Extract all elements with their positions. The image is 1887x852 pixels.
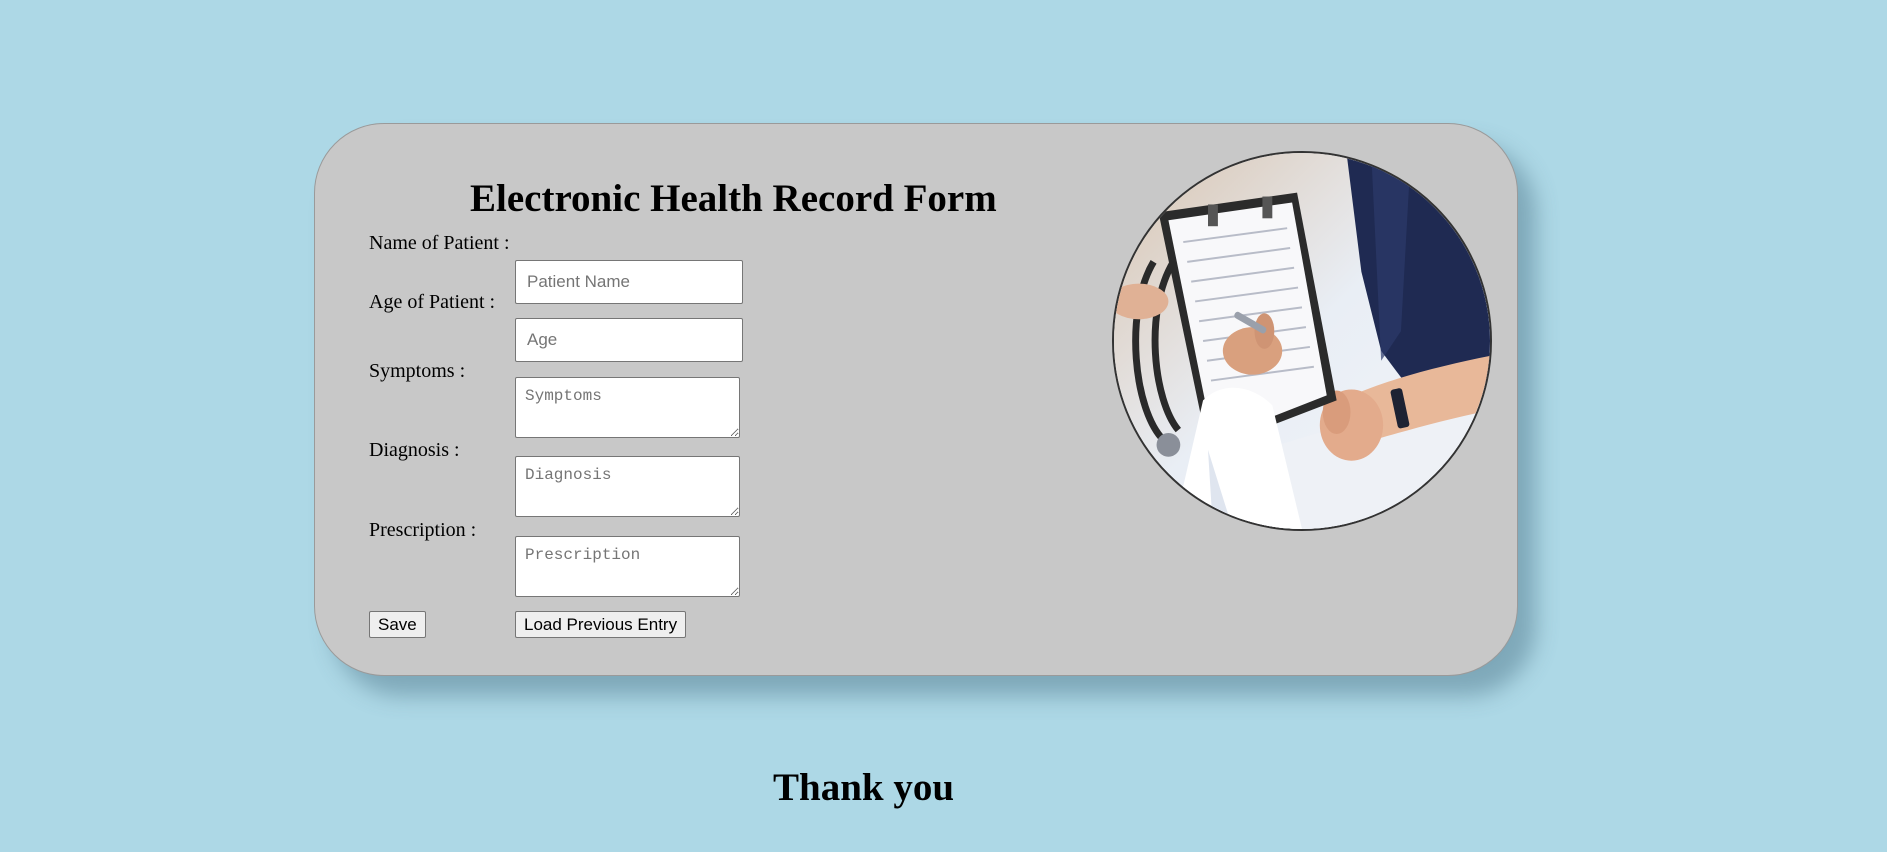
patient-age-label: Age of Patient : <box>369 291 496 313</box>
symptoms-textarea[interactable] <box>515 377 740 438</box>
thank-you-heading: Thank you <box>773 766 955 809</box>
patient-age-input[interactable] <box>515 318 743 362</box>
form-title: Electronic Health Record Form <box>470 177 997 220</box>
save-button[interactable]: Save <box>369 611 426 638</box>
doctor-consultation-illustration <box>1114 153 1490 529</box>
patient-name-input[interactable] <box>515 260 743 304</box>
prescription-label: Prescription : <box>369 519 477 541</box>
symptoms-label: Symptoms : <box>369 360 466 382</box>
patient-name-label: Name of Patient : <box>369 232 510 254</box>
prescription-textarea[interactable] <box>515 536 740 597</box>
load-previous-entry-button[interactable]: Load Previous Entry <box>515 611 687 638</box>
doctor-consultation-photo <box>1112 151 1492 531</box>
health-record-card: Electronic Health Record Form Name of Pa… <box>314 123 1518 676</box>
diagnosis-label: Diagnosis : <box>369 439 460 461</box>
diagnosis-textarea[interactable] <box>515 456 740 517</box>
